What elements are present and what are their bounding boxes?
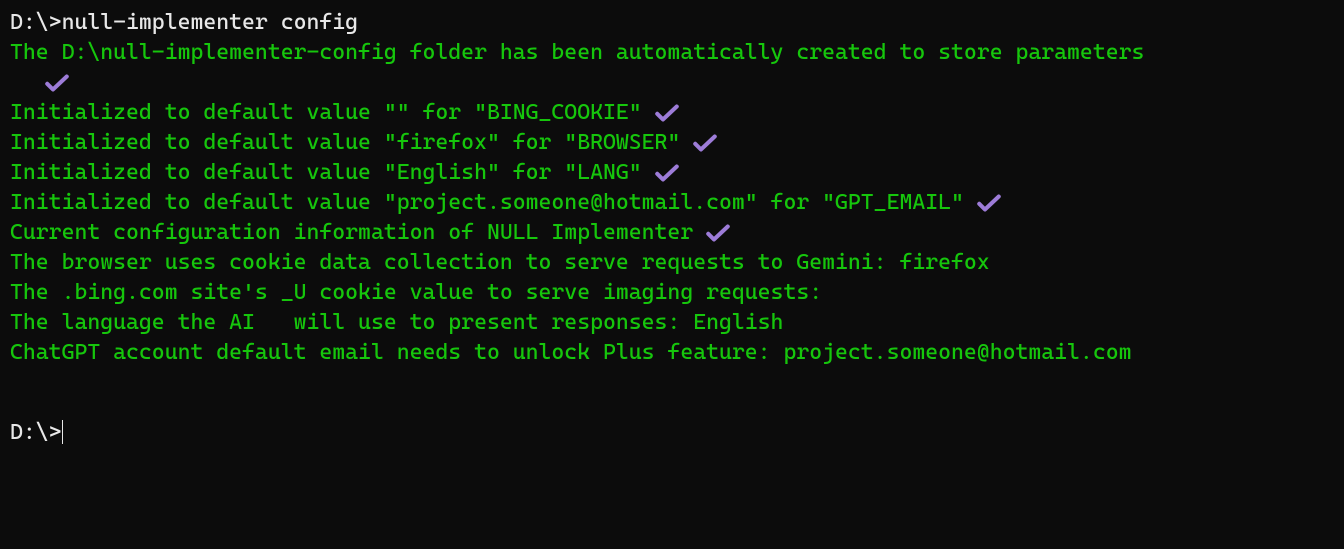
check-icon <box>654 103 680 123</box>
check-line-standalone <box>10 68 1334 98</box>
output-line-lang: Initialized to default value "English" f… <box>10 158 1334 188</box>
bing-desc-text: The .bing.com site's _U cookie value to … <box>10 278 822 308</box>
blank-line <box>10 368 1334 398</box>
prompt-line[interactable]: D:\> <box>10 418 1334 448</box>
output-line-folder: The D:\null-implementer-config folder ha… <box>10 38 1334 68</box>
check-icon <box>692 133 718 153</box>
check-icon <box>44 73 70 93</box>
check-icon <box>976 193 1002 213</box>
folder-created-text: The D:\null-implementer-config folder ha… <box>10 38 1144 68</box>
browser-desc-text: The browser uses cookie data collection … <box>10 248 990 278</box>
prompt-prefix: D:\> <box>10 8 62 38</box>
output-line-email-desc: ChatGPT account default email needs to u… <box>10 338 1334 368</box>
cursor <box>62 420 64 444</box>
command-line[interactable]: D:\>null-implementer config <box>10 8 1334 38</box>
prompt-prefix: D:\> <box>10 418 62 448</box>
init-bing-text: Initialized to default value "" for "BIN… <box>10 98 642 128</box>
check-icon <box>705 223 731 243</box>
output-line-browser: Initialized to default value "firefox" f… <box>10 128 1334 158</box>
init-lang-text: Initialized to default value "English" f… <box>10 158 642 188</box>
output-line-browser-desc: The browser uses cookie data collection … <box>10 248 1334 278</box>
lang-desc-text: The language the AI will use to present … <box>10 308 783 338</box>
command-text: null-implementer config <box>62 8 358 38</box>
init-browser-text: Initialized to default value "firefox" f… <box>10 128 680 158</box>
output-line-email: Initialized to default value "project.so… <box>10 188 1334 218</box>
check-icon <box>654 163 680 183</box>
output-line-bing-desc: The .bing.com site's _U cookie value to … <box>10 278 1334 308</box>
output-line-bing: Initialized to default value "" for "BIN… <box>10 98 1334 128</box>
output-line-lang-desc: The language the AI will use to present … <box>10 308 1334 338</box>
blank-line <box>10 398 1334 418</box>
init-email-text: Initialized to default value "project.so… <box>10 188 964 218</box>
email-desc-text: ChatGPT account default email needs to u… <box>10 338 1131 368</box>
output-line-current-config: Current configuration information of NUL… <box>10 218 1334 248</box>
current-config-text: Current configuration information of NUL… <box>10 218 693 248</box>
